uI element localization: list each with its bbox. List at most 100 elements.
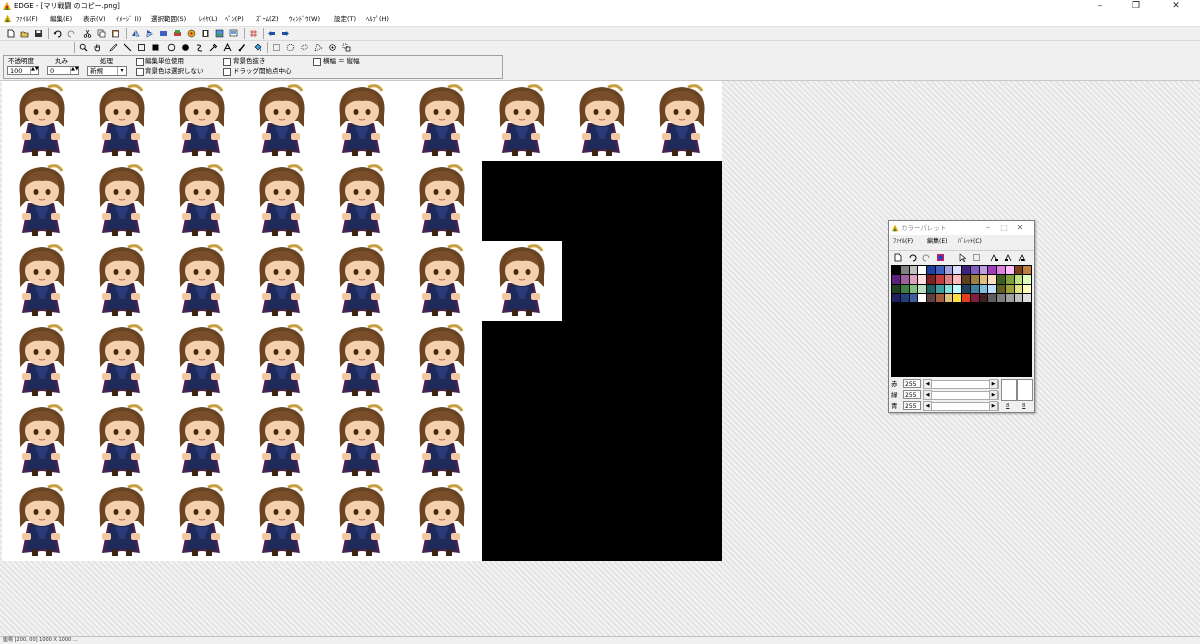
palette-color-cell[interactable]: [953, 312, 961, 321]
palette-color-cell[interactable]: [979, 340, 988, 349]
minimize-button[interactable]: –: [1082, 0, 1118, 12]
palette-color-cell[interactable]: [944, 293, 953, 302]
palette-color-cell[interactable]: [970, 284, 979, 293]
palette-gradient-a-icon[interactable]: [989, 252, 1000, 263]
palette-color-cell[interactable]: [935, 275, 944, 284]
palette-gradient-c-icon[interactable]: [1017, 252, 1028, 263]
palette-color-cell[interactable]: [1014, 312, 1023, 321]
palette-color-cell[interactable]: [997, 266, 1005, 275]
zoom-icon[interactable]: [78, 42, 89, 53]
drag-center-checkbox[interactable]: [223, 68, 231, 76]
palette-color-cell[interactable]: [1023, 312, 1031, 321]
palette-color-cell[interactable]: [909, 312, 918, 321]
palette-color-cell[interactable]: [962, 330, 970, 339]
palette-color-cell[interactable]: [970, 266, 979, 275]
menu-pen[interactable]: ﾍﾟﾝ(P): [225, 14, 244, 24]
palette-color-cell[interactable]: [1005, 340, 1014, 349]
edit-unit-checkbox[interactable]: [136, 58, 144, 66]
palette-color-cell[interactable]: [1005, 349, 1014, 358]
palette-color-cell[interactable]: [970, 330, 979, 339]
palette-color-cell[interactable]: [944, 340, 953, 349]
palette-color-cell[interactable]: [962, 358, 970, 367]
open-folder-icon[interactable]: [19, 28, 30, 39]
green-increase-arrow-icon[interactable]: ▶: [989, 390, 998, 400]
palette-color-cell[interactable]: [935, 284, 944, 293]
palette-color-cell[interactable]: [1005, 275, 1014, 284]
palette-select-icon[interactable]: [971, 252, 982, 263]
paste-icon[interactable]: [110, 28, 121, 39]
palette-color-cell[interactable]: [927, 358, 935, 367]
palette-color-cell[interactable]: [997, 367, 1005, 376]
palette-color-cell[interactable]: [997, 312, 1005, 321]
menu-settings[interactable]: 設定(T): [334, 14, 356, 24]
palette-color-cell[interactable]: [892, 293, 900, 302]
palette-color-cell[interactable]: [892, 312, 900, 321]
palette-color-cell[interactable]: [935, 349, 944, 358]
palette-color-cell[interactable]: [927, 340, 935, 349]
line-icon[interactable]: [122, 42, 133, 53]
palette-color-cell[interactable]: [918, 330, 926, 339]
palette-menu-file[interactable]: ﾌｧｲﾙ(F): [893, 237, 913, 246]
palette-color-cell[interactable]: [927, 330, 935, 339]
close-button[interactable]: ✕: [1158, 0, 1194, 12]
palette-color-cell[interactable]: [979, 330, 988, 339]
palette-color-cell[interactable]: [892, 349, 900, 358]
prev-frame-icon[interactable]: [266, 28, 277, 39]
palette-color-cell[interactable]: [909, 321, 918, 330]
palette-color-cell[interactable]: [935, 293, 944, 302]
filled-ellipse-icon[interactable]: [180, 42, 191, 53]
palette-color-cell[interactable]: [918, 349, 926, 358]
bg-no-select-checkbox[interactable]: [136, 68, 144, 76]
palette-color-cell[interactable]: [1023, 284, 1031, 293]
brush-icon[interactable]: [236, 42, 247, 53]
palette-color-cell[interactable]: [953, 266, 961, 275]
palette-color-cell[interactable]: [892, 266, 900, 275]
palette-color-cell[interactable]: [1023, 275, 1031, 284]
palette-color-cell[interactable]: [1014, 303, 1023, 312]
primary-color-swatch[interactable]: [1001, 379, 1017, 401]
lasso-select-icon[interactable]: [299, 42, 310, 53]
palette-color-cell[interactable]: [979, 312, 988, 321]
palette-color-cell[interactable]: [997, 349, 1005, 358]
palette-color-cell[interactable]: [979, 303, 988, 312]
palette-new-icon[interactable]: [892, 252, 903, 263]
rectangle-icon[interactable]: [136, 42, 147, 53]
palette-color-cell[interactable]: [935, 266, 944, 275]
palette-color-cell[interactable]: [1005, 321, 1014, 330]
palette-color-cell[interactable]: [1023, 349, 1031, 358]
palette-color-cell[interactable]: [962, 349, 970, 358]
palette-minimize-button[interactable]: –: [981, 223, 995, 233]
palette-color-cell[interactable]: [1005, 330, 1014, 339]
palette-color-cell[interactable]: [927, 293, 935, 302]
target-icon[interactable]: [186, 28, 197, 39]
palette-color-cell[interactable]: [953, 340, 961, 349]
palette-color-cell[interactable]: [935, 358, 944, 367]
palette-color-cell[interactable]: [1005, 312, 1014, 321]
palette-color-cell[interactable]: [900, 367, 909, 376]
palette-color-cell[interactable]: [953, 293, 961, 302]
palette-menu-palette[interactable]: ﾊﾟﾚｯﾄ(C): [958, 237, 982, 246]
copy-icon[interactable]: [96, 28, 107, 39]
maximize-button[interactable]: ❐: [1118, 0, 1154, 12]
palette-color-cell[interactable]: [927, 367, 935, 376]
palette-color-cell[interactable]: [935, 303, 944, 312]
palette-color-cell[interactable]: [1023, 293, 1031, 302]
new-file-icon[interactable]: [5, 28, 16, 39]
process-select[interactable]: 新規 ▾: [87, 66, 127, 76]
palette-color-cell[interactable]: [918, 293, 926, 302]
select-move-icon[interactable]: [341, 42, 352, 53]
palette-color-cell[interactable]: [970, 358, 979, 367]
green-value-field[interactable]: 255: [903, 390, 921, 399]
stepper-arrows-icon[interactable]: ▲▼: [70, 67, 79, 74]
palette-color-cell[interactable]: [935, 312, 944, 321]
palette-color-cell[interactable]: [918, 303, 926, 312]
palette-color-cell[interactable]: [927, 312, 935, 321]
opacity-stepper[interactable]: 100 ▲▼: [7, 66, 39, 75]
spoit-icon[interactable]: [208, 42, 219, 53]
palette-color-cell[interactable]: [988, 293, 996, 302]
palette-color-cell[interactable]: [970, 349, 979, 358]
palette-color-cell[interactable]: [1023, 303, 1031, 312]
palette-color-cell[interactable]: [918, 275, 926, 284]
pen-icon[interactable]: [108, 42, 119, 53]
palette-color-cell[interactable]: [1023, 266, 1031, 275]
